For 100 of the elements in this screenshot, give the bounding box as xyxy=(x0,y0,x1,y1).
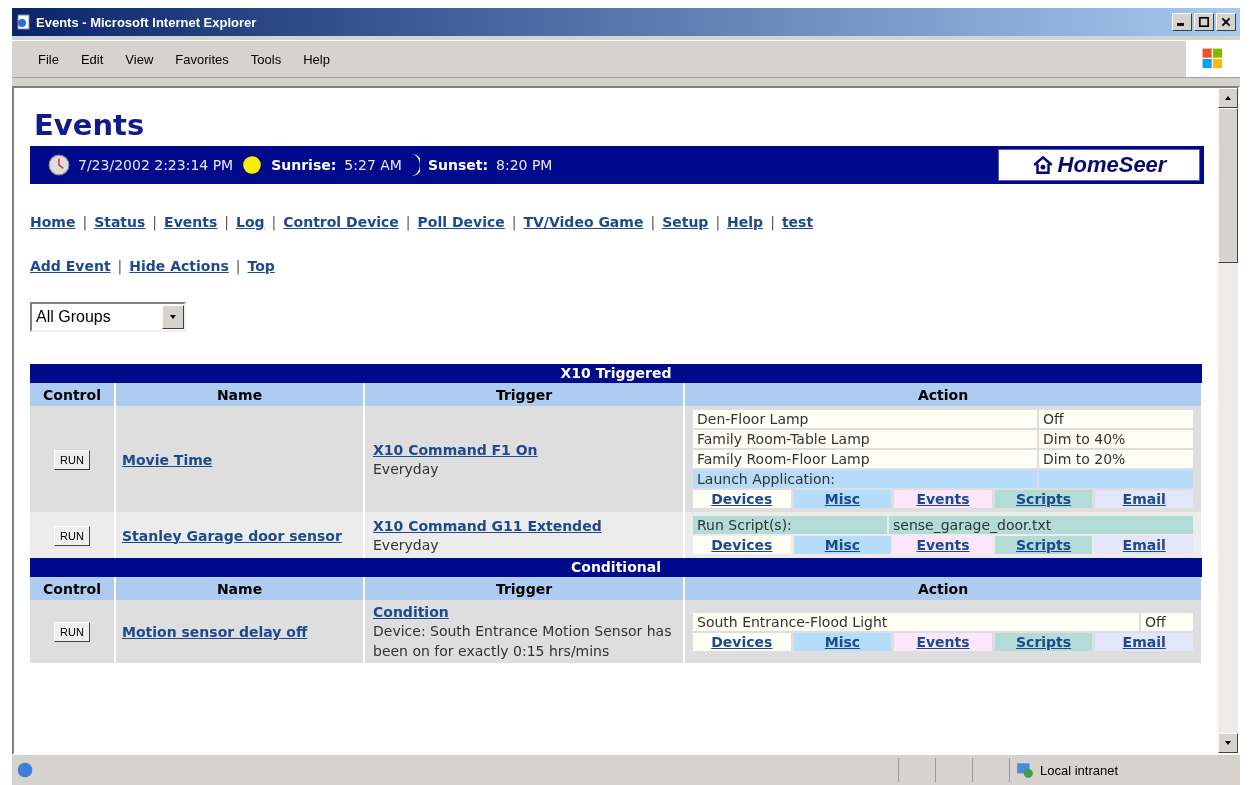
house-icon xyxy=(1031,154,1054,176)
separator: | xyxy=(271,214,277,230)
separator: | xyxy=(117,258,123,274)
action-value: Off xyxy=(1039,410,1193,428)
nav-link[interactable]: Log xyxy=(236,214,265,230)
separator: | xyxy=(152,214,158,230)
column-header: Trigger xyxy=(364,577,684,600)
menu-item[interactable]: View xyxy=(125,51,154,67)
column-header: Name xyxy=(115,577,364,600)
logo: HomeSeer xyxy=(998,149,1200,181)
trigger-detail: Device: South Entrance Motion Sensor has been on for exactly 0:15 hrs/mins xyxy=(373,622,673,661)
scroll-thumb[interactable] xyxy=(1218,108,1238,263)
trigger-link[interactable]: Condition xyxy=(373,604,449,620)
sunset-time: 8:20 PM xyxy=(496,157,553,173)
nav-link[interactable]: test xyxy=(781,214,814,230)
zone-label: Local intranet xyxy=(1040,762,1119,778)
column-header: Name xyxy=(115,383,364,406)
event-name-link[interactable]: Movie Time xyxy=(122,451,213,468)
scroll-down-button[interactable] xyxy=(1218,733,1238,753)
menu-item[interactable]: Edit xyxy=(80,51,104,67)
action-label: Den-Floor Lamp xyxy=(693,410,1037,428)
action-tab-link[interactable]: Misc xyxy=(793,536,892,554)
action-tab-link[interactable]: Email xyxy=(1095,490,1193,508)
action-tab-link[interactable]: Events xyxy=(894,490,992,508)
trigger-link[interactable]: X10 Command F1 On xyxy=(373,441,538,458)
separator: | xyxy=(82,214,88,230)
scroll-up-button[interactable] xyxy=(1218,88,1238,108)
trigger-detail: Everyday xyxy=(373,535,440,555)
nav-link[interactable]: Top xyxy=(247,258,275,274)
action-label: South Entrance-Flood Light xyxy=(693,612,1139,631)
column-header: Action xyxy=(684,383,1202,406)
maximize-icon xyxy=(1197,16,1211,28)
action-label: Launch Application: xyxy=(693,470,1037,488)
group-dropdown[interactable]: All Groups xyxy=(30,302,186,332)
column-header: Action xyxy=(684,577,1202,600)
minimize-button[interactable] xyxy=(1172,13,1192,31)
separator: | xyxy=(511,214,517,230)
sun-icon xyxy=(241,154,264,176)
action-tab-link[interactable]: Email xyxy=(1095,536,1193,554)
trigger-link[interactable]: X10 Command G11 Extended xyxy=(373,517,602,534)
nav-link[interactable]: Help xyxy=(727,214,764,230)
action-tab-link[interactable]: Devices xyxy=(693,632,791,651)
nav-link[interactable]: Home xyxy=(30,214,76,230)
run-button[interactable]: RUN xyxy=(54,525,90,546)
maximize-button[interactable] xyxy=(1194,13,1214,31)
action-value: Dim to 20% xyxy=(1039,450,1193,468)
event-name-link[interactable]: Motion sensor delay off xyxy=(122,624,308,640)
menu-item[interactable]: Favorites xyxy=(175,51,229,67)
action-label: Run Script(s): xyxy=(693,516,887,534)
action-tab-link[interactable]: Events xyxy=(894,632,992,651)
menu-item[interactable]: Help xyxy=(303,51,330,67)
close-button[interactable] xyxy=(1216,13,1236,31)
nav-link[interactable]: Control Device xyxy=(283,214,399,230)
trigger-detail: Everyday xyxy=(373,459,440,479)
section-header: Conditional xyxy=(30,558,1202,577)
action-tab-link[interactable]: Devices xyxy=(693,536,791,554)
clock-icon xyxy=(48,154,70,176)
sunrise-time: 5:27 AM xyxy=(344,157,402,173)
separator: | xyxy=(650,214,656,230)
section-header: X10 Triggered xyxy=(30,364,1202,383)
nav-link[interactable]: Add Event xyxy=(30,258,111,274)
action-tab-link[interactable]: Devices xyxy=(693,490,791,508)
action-tab-link[interactable]: Email xyxy=(1095,632,1193,651)
menu-item[interactable]: Tools xyxy=(250,51,282,67)
window-title: Events - Microsoft Internet Explorer xyxy=(36,14,257,30)
action-value: Off xyxy=(1141,612,1193,631)
vertical-scrollbar[interactable] xyxy=(1218,88,1238,753)
action-tab-link[interactable]: Events xyxy=(894,536,992,554)
menu-item[interactable]: File xyxy=(38,51,59,67)
run-button[interactable]: RUN xyxy=(54,622,90,642)
separator: | xyxy=(770,214,775,230)
action-value: Dim to 40% xyxy=(1039,430,1193,448)
action-tab-link[interactable]: Scripts xyxy=(994,632,1093,651)
sunset-label: Sunset: xyxy=(427,157,489,173)
action-tab-link[interactable]: Scripts xyxy=(994,536,1093,554)
action-tab-link[interactable]: Misc xyxy=(793,490,892,508)
action-label: Family Room-Floor Lamp xyxy=(693,450,1037,468)
action-tab-link[interactable]: Misc xyxy=(793,632,892,651)
separator: | xyxy=(224,214,229,230)
nav-link[interactable]: Setup xyxy=(662,214,709,230)
run-button[interactable]: RUN xyxy=(54,449,90,470)
column-header: Control xyxy=(30,577,115,600)
browser-icon xyxy=(16,14,32,30)
date-time: 7/23/2002 2:23:14 PM xyxy=(78,157,234,173)
separator: | xyxy=(405,214,411,230)
nav-link[interactable]: Hide Actions xyxy=(129,258,229,274)
page-icon xyxy=(16,761,34,779)
separator: | xyxy=(715,214,721,230)
nav-link[interactable]: Status xyxy=(94,214,146,230)
nav-link[interactable]: Poll Device xyxy=(417,214,505,230)
nav-link[interactable]: Events xyxy=(164,214,218,230)
action-tab-link[interactable]: Scripts xyxy=(994,490,1093,508)
action-label: Family Room-Table Lamp xyxy=(693,430,1037,448)
column-header: Trigger xyxy=(364,383,684,406)
close-icon xyxy=(1219,16,1233,28)
action-value: sense_garage_door.txt xyxy=(889,516,1193,534)
sunrise-label: Sunrise: xyxy=(271,157,337,173)
minimize-icon xyxy=(1177,23,1184,26)
nav-link[interactable]: TV/Video Game xyxy=(523,214,644,230)
column-header: Control xyxy=(30,383,115,406)
